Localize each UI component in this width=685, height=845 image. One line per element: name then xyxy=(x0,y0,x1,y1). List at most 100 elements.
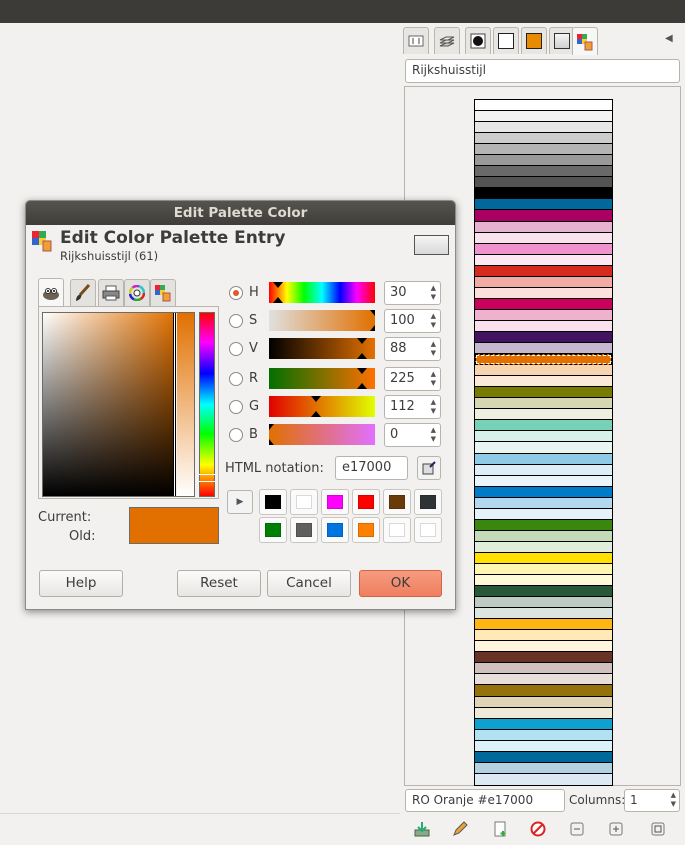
channel-spinbox-s[interactable]: 100 ▲ ▼ xyxy=(384,309,441,333)
palette-swatch[interactable] xyxy=(475,309,612,321)
palette-swatch[interactable] xyxy=(475,376,612,388)
apply-palette-button[interactable] xyxy=(410,818,434,840)
channel-spinbox-v[interactable]: 88 ▲ ▼ xyxy=(384,337,441,361)
palette-swatch[interactable] xyxy=(475,265,612,277)
ok-button[interactable]: OK xyxy=(359,570,442,597)
palette-swatch[interactable] xyxy=(475,541,612,553)
palette-swatch[interactable] xyxy=(475,729,612,741)
palette-swatch[interactable] xyxy=(475,210,612,222)
channel-radio-v[interactable] xyxy=(229,342,243,356)
palette-swatch[interactable] xyxy=(475,243,612,255)
help-button[interactable]: Help xyxy=(39,570,123,597)
zoom-all-button[interactable] xyxy=(646,818,670,840)
history-color-swatch[interactable] xyxy=(259,489,287,515)
tab-palette-selector[interactable] xyxy=(150,279,176,306)
palette-swatch[interactable] xyxy=(475,530,612,542)
history-color-swatch[interactable] xyxy=(321,517,349,543)
palette-swatch[interactable] xyxy=(475,144,612,156)
palette-swatch[interactable] xyxy=(475,597,612,609)
channel-radio-b[interactable] xyxy=(229,428,243,442)
dock-menu-icon[interactable]: ◀ xyxy=(665,33,673,44)
sv-gradient[interactable] xyxy=(43,313,175,496)
palette-swatch[interactable] xyxy=(475,320,612,332)
palette-swatch[interactable] xyxy=(475,519,612,531)
palette-swatch[interactable] xyxy=(475,674,612,686)
channel-radio-g[interactable] xyxy=(229,400,243,414)
history-color-swatch[interactable] xyxy=(352,517,380,543)
hue-marker[interactable] xyxy=(199,474,215,482)
cancel-button[interactable]: Cancel xyxy=(267,570,351,597)
palette-swatch[interactable] xyxy=(475,155,612,167)
spin-arrows-icon[interactable]: ▲ ▼ xyxy=(431,312,436,330)
tab-gimp-selector[interactable] xyxy=(38,278,64,307)
palette-swatch[interactable] xyxy=(475,508,612,520)
swatch-column[interactable] xyxy=(474,99,613,786)
zoom-in-button[interactable] xyxy=(604,818,628,840)
palette-swatch[interactable] xyxy=(475,442,612,454)
palette-swatch[interactable] xyxy=(475,420,612,432)
palette-swatch[interactable] xyxy=(475,619,612,631)
palette-swatch[interactable] xyxy=(475,166,612,178)
history-color-swatch[interactable] xyxy=(290,517,318,543)
palette-swatch[interactable] xyxy=(475,409,612,421)
saturation-value-area[interactable] xyxy=(42,312,195,497)
palette-name-field[interactable]: Rijkshuisstijl xyxy=(405,59,680,83)
palette-swatch[interactable] xyxy=(475,232,612,244)
spin-arrows-icon[interactable]: ▲ ▼ xyxy=(671,791,676,809)
edit-color-button[interactable] xyxy=(448,818,472,840)
zoom-out-button[interactable] xyxy=(565,818,589,840)
spin-arrows-icon[interactable]: ▲ ▼ xyxy=(431,340,436,358)
palette-swatch[interactable] xyxy=(475,685,612,697)
history-color-swatch[interactable] xyxy=(321,489,349,515)
palette-swatch[interactable] xyxy=(475,586,612,598)
tab-cmyk-selector[interactable] xyxy=(98,279,124,306)
palette-swatch[interactable] xyxy=(475,464,612,476)
history-color-swatch[interactable] xyxy=(383,517,411,543)
columns-spinbox[interactable]: 1 ▲ ▼ xyxy=(624,789,680,812)
palette-swatch[interactable] xyxy=(475,453,612,465)
spin-arrows-icon[interactable]: ▲ ▼ xyxy=(431,426,436,444)
palette-swatch[interactable] xyxy=(475,254,612,266)
history-color-swatch[interactable] xyxy=(290,489,318,515)
palette-swatch[interactable] xyxy=(475,100,612,112)
history-color-swatch[interactable] xyxy=(259,517,287,543)
reset-button[interactable]: Reset xyxy=(177,570,261,597)
layers-tab[interactable] xyxy=(434,27,460,54)
palette-swatch[interactable] xyxy=(475,188,612,200)
palette-swatch[interactable] xyxy=(475,641,612,653)
sv-side-strip[interactable] xyxy=(177,313,194,496)
new-color-button[interactable] xyxy=(488,818,512,840)
delete-color-button[interactable] xyxy=(526,818,550,840)
brushes-tab[interactable] xyxy=(465,27,491,54)
palette-swatch[interactable] xyxy=(475,398,612,410)
hue-strip[interactable] xyxy=(199,312,215,497)
channel-spinbox-r[interactable]: 225 ▲ ▼ xyxy=(384,367,441,391)
palette-swatch[interactable] xyxy=(475,365,612,377)
color-name-field[interactable]: RO Oranje #e17000 xyxy=(405,789,565,812)
palette-swatch[interactable] xyxy=(475,497,612,509)
channel-slider-h[interactable] xyxy=(269,282,375,303)
channel-slider-b[interactable] xyxy=(269,424,375,445)
palette-swatch[interactable] xyxy=(475,298,612,310)
palette-swatch[interactable] xyxy=(475,354,612,366)
palette-swatch[interactable] xyxy=(475,276,612,288)
palette-swatch[interactable] xyxy=(475,773,612,785)
channel-spinbox-b[interactable]: 0 ▲ ▼ xyxy=(384,423,441,447)
palette-swatch[interactable] xyxy=(475,707,612,719)
palette-swatch[interactable] xyxy=(475,287,612,299)
palette-swatch[interactable] xyxy=(475,696,612,708)
dialog-title[interactable]: Edit Palette Color xyxy=(26,201,455,225)
palette-swatch[interactable] xyxy=(475,718,612,730)
tab-painter-selector[interactable] xyxy=(70,279,96,306)
palette-swatch[interactable] xyxy=(475,575,612,587)
history-color-swatch[interactable] xyxy=(383,489,411,515)
history-color-swatch[interactable] xyxy=(414,489,442,515)
history-color-swatch[interactable] xyxy=(414,517,442,543)
spin-arrows-icon[interactable]: ▲ ▼ xyxy=(431,398,436,416)
channel-radio-s[interactable] xyxy=(229,314,243,328)
history-color-swatch[interactable] xyxy=(352,489,380,515)
palette-swatch[interactable] xyxy=(475,751,612,763)
palette-swatch[interactable] xyxy=(475,343,612,355)
palette-swatch[interactable] xyxy=(475,221,612,233)
spin-arrows-icon[interactable]: ▲ ▼ xyxy=(431,370,436,388)
